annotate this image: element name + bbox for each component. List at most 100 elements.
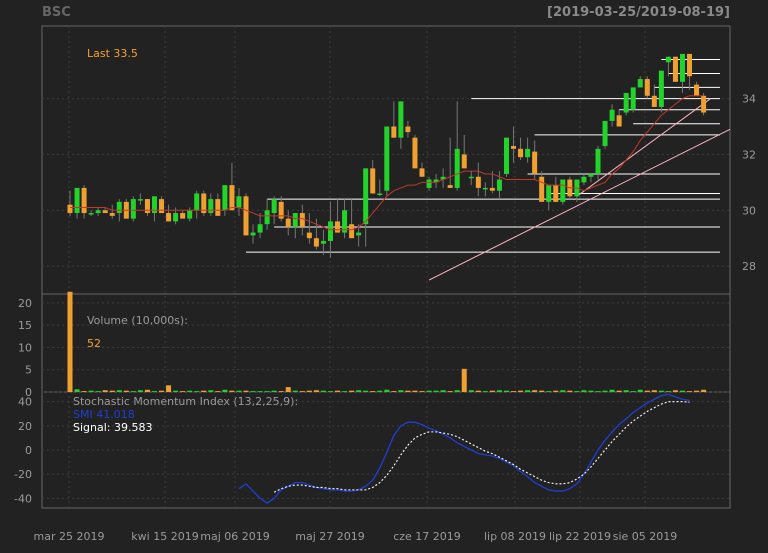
- volume-bar: [679, 390, 685, 392]
- volume-bar: [532, 390, 538, 392]
- candle-down: [391, 126, 397, 138]
- candle-down: [412, 137, 418, 169]
- price-tick-label: 28: [742, 260, 756, 273]
- volume-bar: [609, 389, 615, 392]
- volume-bar: [658, 390, 664, 392]
- volume-bar: [306, 390, 312, 392]
- candle-up: [320, 240, 326, 244]
- volume-bar: [560, 390, 566, 392]
- volume-bar: [299, 391, 305, 392]
- volume-bar: [208, 390, 214, 392]
- volume-bar: [278, 391, 284, 392]
- x-tick-label: lip 22 2019: [549, 530, 611, 543]
- candle-up: [137, 199, 143, 201]
- candle-down: [489, 187, 495, 191]
- candle-down: [335, 221, 341, 233]
- candle-down: [405, 126, 411, 133]
- candle-up: [679, 53, 685, 82]
- volume-bar: [313, 390, 319, 392]
- chart-stage: BSC [2019-03-25/2019-08-19] 28 30 32 34 0 5 10…: [0, 0, 768, 549]
- volume-tick-label: 5: [25, 364, 32, 377]
- candle-up: [95, 210, 101, 214]
- volume-bar: [651, 390, 657, 392]
- candle-up: [623, 93, 629, 113]
- candle-up: [595, 148, 601, 174]
- volume-bar: [384, 389, 390, 392]
- candle-down: [701, 95, 707, 113]
- volume-bar: [637, 389, 643, 392]
- volume-bar: [67, 291, 73, 392]
- candle-up: [560, 179, 566, 202]
- date-range-title: [2019-03-25/2019-08-19]: [547, 5, 730, 20]
- candle-up: [503, 137, 509, 174]
- candle-up: [482, 187, 488, 190]
- volume-bar: [546, 391, 552, 392]
- volume-bar: [109, 390, 115, 392]
- candle-up: [398, 101, 404, 138]
- volume-bar: [518, 390, 524, 392]
- candle-down: [447, 185, 453, 188]
- x-tick-label: sie 05 2019: [613, 530, 678, 543]
- volume-bar: [151, 391, 157, 392]
- candle-down: [306, 232, 312, 239]
- volume-bar: [482, 391, 488, 392]
- candle-down: [475, 176, 481, 188]
- candle-up: [426, 179, 432, 188]
- candle-up: [88, 213, 94, 215]
- volume-bar: [180, 391, 186, 392]
- candle-up: [236, 196, 242, 208]
- volume-bar: [475, 390, 481, 392]
- candle-down: [180, 213, 186, 219]
- candle-down: [159, 199, 165, 214]
- candle-down: [313, 238, 319, 247]
- volume-bar: [123, 390, 129, 392]
- volume-bar: [201, 390, 207, 392]
- volume-bar: [81, 391, 87, 392]
- candle-down: [687, 53, 693, 77]
- x-tick-label: mar 25 2019: [34, 530, 105, 543]
- volume-bar: [454, 390, 460, 392]
- smi-tick-label: -40: [14, 492, 32, 505]
- volume-bar: [616, 390, 622, 392]
- smi-tick-label: 40: [18, 396, 32, 409]
- volume-bar: [130, 391, 136, 392]
- candle-down: [215, 199, 221, 216]
- candle-up: [665, 56, 671, 63]
- volume-bar: [187, 390, 193, 392]
- candle-up: [356, 232, 362, 236]
- volume-bar: [215, 391, 221, 392]
- candle-up: [257, 224, 263, 233]
- x-tick-label: lip 08 2019: [484, 530, 546, 543]
- volume-bar: [644, 390, 650, 392]
- smi-tick-label: 20: [18, 420, 32, 433]
- volume-bar: [687, 391, 693, 392]
- volume-bar: [503, 390, 509, 392]
- volume-bar: [447, 391, 453, 392]
- candle-down: [532, 151, 538, 174]
- candle-up: [525, 148, 531, 158]
- candle-up: [187, 210, 193, 219]
- volume-bar: [405, 390, 411, 392]
- candle-down: [349, 224, 355, 239]
- candle-down: [651, 95, 657, 107]
- candle-up: [468, 176, 474, 179]
- candle-down: [144, 199, 150, 214]
- candle-down: [370, 168, 376, 194]
- volume-bar: [320, 390, 326, 392]
- volume-bar: [574, 391, 580, 392]
- volume-bar: [342, 391, 348, 392]
- candle-down: [419, 168, 425, 177]
- candle-down: [285, 218, 291, 227]
- volume-bar: [74, 389, 80, 392]
- candle-up: [250, 232, 256, 236]
- candle-down: [511, 146, 517, 149]
- x-tick-label: maj 27 2019: [295, 530, 365, 543]
- candle-up: [327, 221, 333, 241]
- candle-down: [553, 185, 559, 202]
- volume-bar: [335, 390, 341, 392]
- volume-bar: [349, 390, 355, 392]
- volume-bar: [672, 390, 678, 392]
- volume-bar: [511, 391, 517, 392]
- volume-bar: [440, 390, 446, 392]
- candle-down: [102, 210, 108, 214]
